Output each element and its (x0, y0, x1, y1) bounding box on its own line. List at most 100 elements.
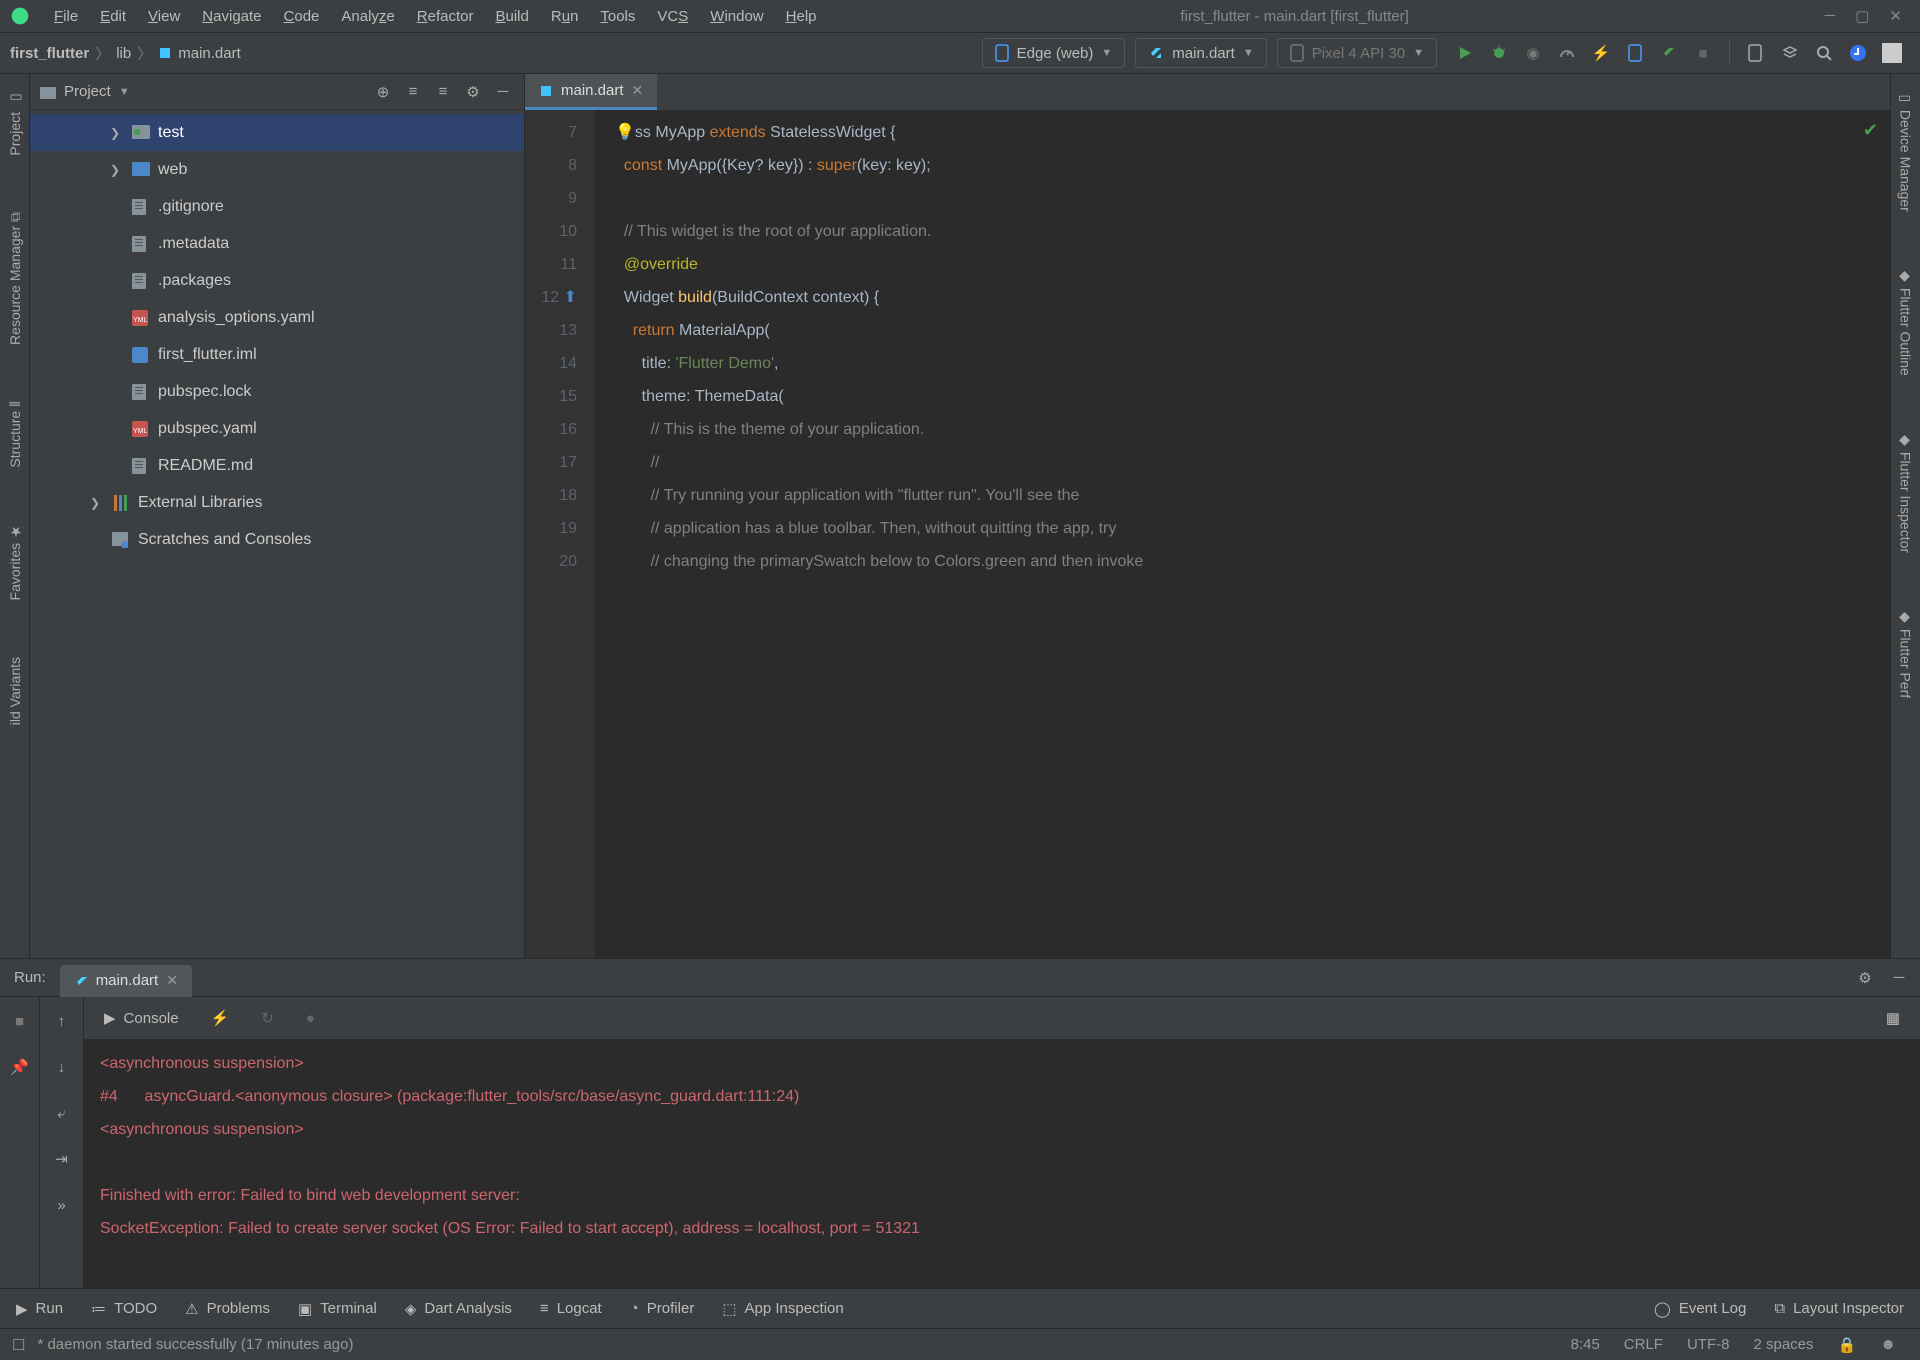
coverage-button[interactable]: ◉ (1523, 43, 1543, 63)
tree-item[interactable]: Scratches and Consoles (30, 521, 524, 558)
project-tree[interactable]: ❯test❯web.gitignore.metadata.packagesYML… (30, 110, 524, 958)
device-selector[interactable]: Edge (web)▼ (982, 38, 1126, 68)
sync-button[interactable] (1848, 43, 1868, 63)
hide-icon[interactable]: ─ (1886, 965, 1912, 991)
console-tab[interactable]: ▶ Console (96, 1005, 187, 1031)
hot-reload-button[interactable]: ⚡ (1591, 43, 1611, 63)
tree-item[interactable]: .gitignore (30, 188, 524, 225)
tree-item[interactable]: .packages (30, 262, 524, 299)
tree-item[interactable]: pubspec.lock (30, 373, 524, 410)
tree-item[interactable]: ❯External Libraries (30, 484, 524, 521)
status-readonly-icon[interactable]: 🔒 (1826, 1336, 1869, 1354)
bottom-app-inspection[interactable]: ⬚ App Inspection (722, 1300, 843, 1318)
status-face-icon[interactable]: ☻ (1868, 1336, 1908, 1353)
reload-icon[interactable]: ⚡ (203, 1005, 238, 1031)
bottom-logcat[interactable]: ≡ Logcat (540, 1300, 602, 1317)
status-eol[interactable]: CRLF (1612, 1336, 1675, 1353)
tree-item[interactable]: ❯web (30, 151, 524, 188)
bottom-dart-analysis[interactable]: ◈ Dart Analysis (405, 1300, 512, 1318)
stop-button[interactable]: ■ (1693, 43, 1713, 63)
bottom-layout-inspector[interactable]: ⧉ Layout Inspector (1774, 1300, 1904, 1317)
more-icon[interactable]: » (48, 1191, 76, 1219)
menu-analyze[interactable]: Analyze (333, 5, 402, 28)
bottom-problems[interactable]: ⚠ Problems (185, 1300, 270, 1318)
devtools-icon[interactable]: ● (298, 1006, 323, 1031)
up-icon[interactable]: ↑ (48, 1007, 76, 1035)
wrap-icon[interactable]: ⤶ (48, 1099, 76, 1127)
status-indent[interactable]: 2 spaces (1741, 1336, 1825, 1353)
menu-tools[interactable]: Tools (592, 5, 643, 28)
hide-icon[interactable]: ─ (492, 81, 514, 103)
gear-icon[interactable]: ⚙ (1852, 965, 1878, 991)
tree-item[interactable]: .metadata (30, 225, 524, 262)
menu-code[interactable]: Code (276, 5, 328, 28)
rail-flutter-inspector[interactable]: ◆ Flutter Inspector (1898, 424, 1914, 561)
expand-icon[interactable]: ≡ (402, 81, 424, 103)
tree-item[interactable]: YMLpubspec.yaml (30, 410, 524, 447)
attach-button[interactable] (1625, 43, 1645, 63)
search-button[interactable] (1814, 43, 1834, 63)
menu-build[interactable]: Build (487, 5, 536, 28)
bottom-todo[interactable]: ≔ TODO (91, 1300, 157, 1318)
menu-navigate[interactable]: Navigate (194, 5, 269, 28)
rail-device-manager[interactable]: ▭ Device Manager (1898, 82, 1914, 220)
close-button[interactable]: ✕ (1889, 7, 1902, 25)
rail-build-variants[interactable]: ild Variants (7, 649, 23, 733)
run-config-selector[interactable]: main.dart▼ (1135, 38, 1266, 68)
emulator-selector[interactable]: Pixel 4 API 30▼ (1277, 38, 1437, 68)
code-area[interactable]: 789101112 ⬆1314151617181920 💡ss MyApp ex… (525, 110, 1890, 958)
run-tab[interactable]: main.dart ✕ (60, 965, 192, 997)
pin-button[interactable]: 📌 (6, 1053, 34, 1081)
debug-button[interactable] (1489, 43, 1509, 63)
menu-file[interactable]: File (46, 5, 86, 28)
tree-item[interactable]: ❯test (30, 114, 524, 151)
chevron-down-icon[interactable]: ▼ (119, 86, 130, 98)
menu-window[interactable]: Window (702, 5, 771, 28)
minimize-button[interactable]: ─ (1825, 7, 1836, 25)
down-icon[interactable]: ↓ (48, 1053, 76, 1081)
status-enc[interactable]: UTF-8 (1675, 1336, 1742, 1353)
rail-favorites[interactable]: Favorites ★ (7, 515, 23, 608)
project-panel-title[interactable]: Project (64, 83, 111, 100)
profile-button[interactable] (1557, 43, 1577, 63)
tree-item[interactable]: first_flutter.iml (30, 336, 524, 373)
rail-flutter-perf[interactable]: ◆ Flutter Perf (1898, 601, 1914, 706)
status-pos[interactable]: 8:45 (1559, 1336, 1612, 1353)
maximize-button[interactable]: ▢ (1855, 7, 1869, 25)
menu-refactor[interactable]: Refactor (409, 5, 482, 28)
restart-icon[interactable]: ↻ (253, 1005, 282, 1031)
menu-edit[interactable]: Edit (92, 5, 134, 28)
bottom-event-log[interactable]: ◯ Event Log (1654, 1300, 1746, 1318)
tree-item[interactable]: YMLanalysis_options.yaml (30, 299, 524, 336)
breadcrumb[interactable]: first_flutter〉 lib〉 main.dart (10, 43, 241, 64)
target-icon[interactable]: ⊕ (372, 81, 394, 103)
menu-view[interactable]: View (140, 5, 188, 28)
flutter-attach-button[interactable] (1659, 43, 1679, 63)
layout-icon[interactable]: ▦ (1878, 1005, 1908, 1031)
gear-icon[interactable]: ⚙ (462, 81, 484, 103)
rail-structure[interactable]: Structure ⫴ (7, 393, 23, 476)
avd-manager-button[interactable] (1746, 43, 1766, 63)
menu-help[interactable]: Help (778, 5, 825, 28)
run-button[interactable] (1455, 43, 1475, 63)
bottom-run[interactable]: ▶ Run (16, 1300, 63, 1318)
avatar-icon[interactable] (1882, 43, 1902, 63)
menu-run[interactable]: Run (543, 5, 587, 28)
collapse-icon[interactable]: ≡ (432, 81, 454, 103)
stop-button[interactable]: ■ (6, 1007, 34, 1035)
rail-project[interactable]: Project ▭ (7, 82, 23, 164)
scroll-icon[interactable]: ⇥ (48, 1145, 76, 1173)
console-output[interactable]: <asynchronous suspension>#4 asyncGuard.<… (84, 1039, 1920, 1288)
status-message: * daemon started successfully (17 minute… (25, 1336, 365, 1353)
rail-flutter-outline[interactable]: ◆ Flutter Outline (1898, 260, 1914, 384)
editor-tab-main[interactable]: main.dart ✕ (525, 74, 657, 110)
bottom-terminal[interactable]: ▣ Terminal (298, 1300, 377, 1318)
rail-resource-manager[interactable]: Resource Manager ⧉ (7, 204, 23, 353)
menu-vcs[interactable]: VCS (649, 5, 696, 28)
close-icon[interactable]: ✕ (632, 82, 644, 99)
sdk-manager-button[interactable] (1780, 43, 1800, 63)
close-icon[interactable]: ✕ (166, 972, 178, 989)
status-icon[interactable]: ☐ (12, 1336, 25, 1354)
bottom-profiler[interactable]: ◔ Profiler (630, 1300, 695, 1317)
tree-item[interactable]: README.md (30, 447, 524, 484)
